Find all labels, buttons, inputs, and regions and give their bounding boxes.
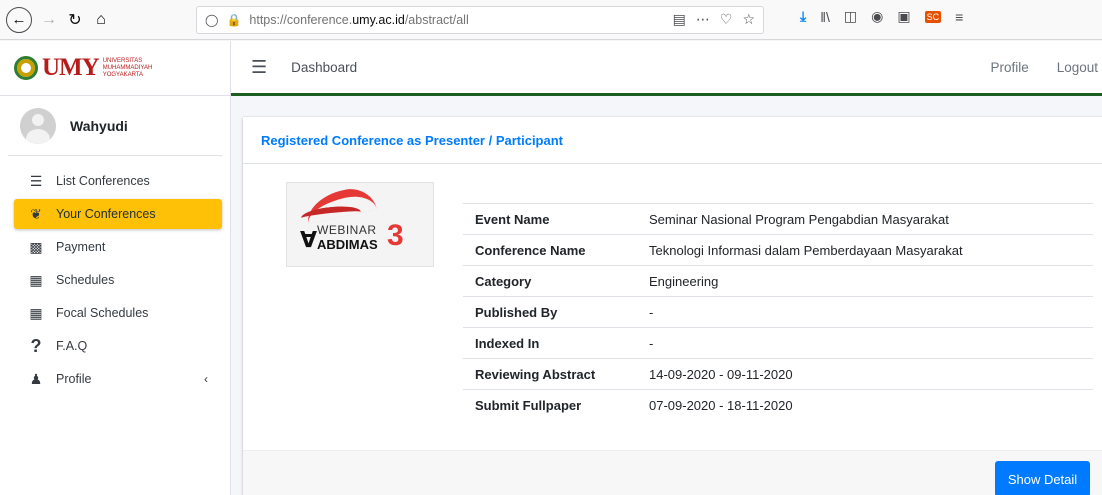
forward-arrow-icon[interactable]: →	[36, 7, 62, 33]
sidebar-menu: ☰ List Conferences ❦ Your Conferences ▩ …	[0, 166, 230, 394]
url-bar[interactable]: ◯ 🔒 https://conference.umy.ac.id/abstrac…	[196, 6, 764, 34]
table-row: Published By -	[463, 296, 1093, 328]
row-value: Teknologi Informasi dalam Pemberdayaan M…	[637, 234, 1093, 266]
sidebar-item-your-conferences[interactable]: ❦ Your Conferences	[14, 199, 222, 229]
row-key: Indexed In	[463, 327, 637, 359]
poster-line1: WEBINAR	[317, 223, 377, 237]
bookmark-star-icon[interactable]: ☆	[742, 11, 755, 28]
sidebar-item-focal-schedules[interactable]: ▦ Focal Schedules	[14, 298, 222, 328]
conference-poster-image: ∀ WEBINAR ABDIMAS 3	[286, 182, 434, 267]
nav-profile-link[interactable]: Profile	[990, 60, 1028, 75]
logo-subtitle: UNIVERSITAS MUHAMMADIYAH YOGYAKARTA	[102, 57, 153, 78]
account-icon[interactable]: ◉	[871, 8, 883, 25]
sidebar-item-label: Payment	[56, 240, 106, 254]
row-key: Conference Name	[463, 234, 637, 266]
sidebar-item-label: Schedules	[56, 273, 115, 287]
table-row: Reviewing Abstract 14-09-2020 - 09-11-20…	[463, 358, 1093, 390]
conference-card: Registered Conference as Presenter / Par…	[243, 117, 1102, 495]
row-value: Seminar Nasional Program Pengabdian Masy…	[637, 203, 1093, 235]
back-arrow-icon[interactable]: ←	[6, 6, 32, 33]
calendar-icon: ▦	[29, 271, 43, 288]
layers-icon: ☰	[29, 172, 43, 189]
sidebar-item-schedules[interactable]: ▦ Schedules	[14, 265, 222, 295]
chevron-left-icon: ‹	[204, 372, 208, 386]
row-key: Published By	[463, 296, 637, 328]
calendar-icon: ▦	[29, 304, 43, 321]
menu-icon[interactable]: ≡	[955, 9, 963, 25]
extension-badge[interactable]: SC	[924, 10, 942, 23]
avatar	[20, 107, 56, 144]
poster-a-mark: ∀	[300, 227, 318, 252]
sidebar-item-profile[interactable]: ♟ Profile ‹	[14, 364, 222, 394]
screenshot-icon[interactable]: ▣	[897, 8, 910, 25]
poster-line2: ABDIMAS	[317, 237, 378, 252]
money-bill-icon: ▩	[29, 238, 43, 255]
logo-text: UMY	[42, 54, 100, 81]
sidebar-item-label: Profile	[56, 372, 92, 386]
row-key: Event Name	[463, 203, 637, 235]
row-value: -	[637, 327, 1093, 359]
pocket-icon[interactable]: ♡	[720, 11, 733, 28]
conference-info-table: Event Name Seminar Nasional Program Peng…	[463, 203, 1093, 421]
url-text[interactable]: https://conference.umy.ac.id/abstract/al…	[249, 13, 468, 27]
sidebar-item-faq[interactable]: ? F.A.Q	[14, 331, 222, 361]
question-icon: ?	[30, 335, 42, 356]
library-icon[interactable]: ‖\	[820, 9, 830, 25]
browser-toolbar: ← → ↻ ⌂ ◯ 🔒 https://conference.umy.ac.id…	[0, 0, 1102, 40]
sidebar-item-list-conferences[interactable]: ☰ List Conferences	[14, 166, 222, 196]
table-row: Conference Name Teknologi Informasi dala…	[463, 234, 1093, 266]
sidebar-item-payment[interactable]: ▩ Payment	[14, 232, 222, 262]
sidebar-item-label: Your Conferences	[56, 207, 156, 221]
leaf-icon: ❦	[30, 205, 42, 222]
sidebar-toggle-icon[interactable]: ◫	[844, 8, 857, 25]
row-value: 07-09-2020 - 18-11-2020	[637, 389, 1093, 421]
home-icon[interactable]: ⌂	[88, 7, 114, 33]
table-row: Indexed In -	[463, 327, 1093, 359]
shield-icon[interactable]: ◯	[205, 13, 218, 27]
table-row: Submit Fullpaper 07-09-2020 - 18-11-2020	[463, 389, 1093, 421]
top-navbar: ☰ Dashboard Profile Logout	[231, 41, 1102, 96]
row-key: Reviewing Abstract	[463, 358, 637, 390]
row-value: -	[637, 296, 1093, 328]
row-key: Category	[463, 265, 637, 297]
row-key: Submit Fullpaper	[463, 389, 637, 421]
card-title: Registered Conference as Presenter / Par…	[243, 117, 1102, 164]
sidebar: UMY UNIVERSITAS MUHAMMADIYAH YOGYAKARTA …	[0, 41, 231, 495]
table-row: Event Name Seminar Nasional Program Peng…	[463, 203, 1093, 235]
sidebar-item-label: Focal Schedules	[56, 306, 149, 320]
reader-view-icon[interactable]: ▤	[673, 11, 686, 28]
poster-number: 3	[387, 219, 404, 252]
brand-logo[interactable]: UMY UNIVERSITAS MUHAMMADIYAH YOGYAKARTA	[0, 41, 230, 96]
row-value: 14-09-2020 - 09-11-2020	[637, 358, 1093, 390]
sidebar-item-label: F.A.Q	[56, 339, 88, 353]
download-icon[interactable]: ⤓	[800, 8, 806, 25]
user-panel[interactable]: Wahyudi	[8, 96, 222, 156]
table-row: Category Engineering	[463, 265, 1093, 297]
more-actions-icon[interactable]: ⋯	[696, 11, 710, 28]
user-icon: ♟	[29, 370, 43, 387]
show-detail-button[interactable]: Show Detail	[995, 461, 1090, 495]
row-value: Engineering	[637, 265, 1093, 297]
nav-logout-link[interactable]: Logout	[1057, 60, 1098, 75]
card-footer	[243, 450, 1102, 495]
username: Wahyudi	[70, 117, 128, 134]
umy-emblem-icon	[14, 56, 38, 80]
lock-icon[interactable]: 🔒	[226, 13, 241, 27]
reload-icon[interactable]: ↻	[62, 7, 88, 33]
sidebar-item-label: List Conferences	[56, 174, 150, 188]
hamburger-menu-icon[interactable]: ☰	[251, 57, 267, 78]
nav-dashboard-link[interactable]: Dashboard	[291, 60, 357, 75]
